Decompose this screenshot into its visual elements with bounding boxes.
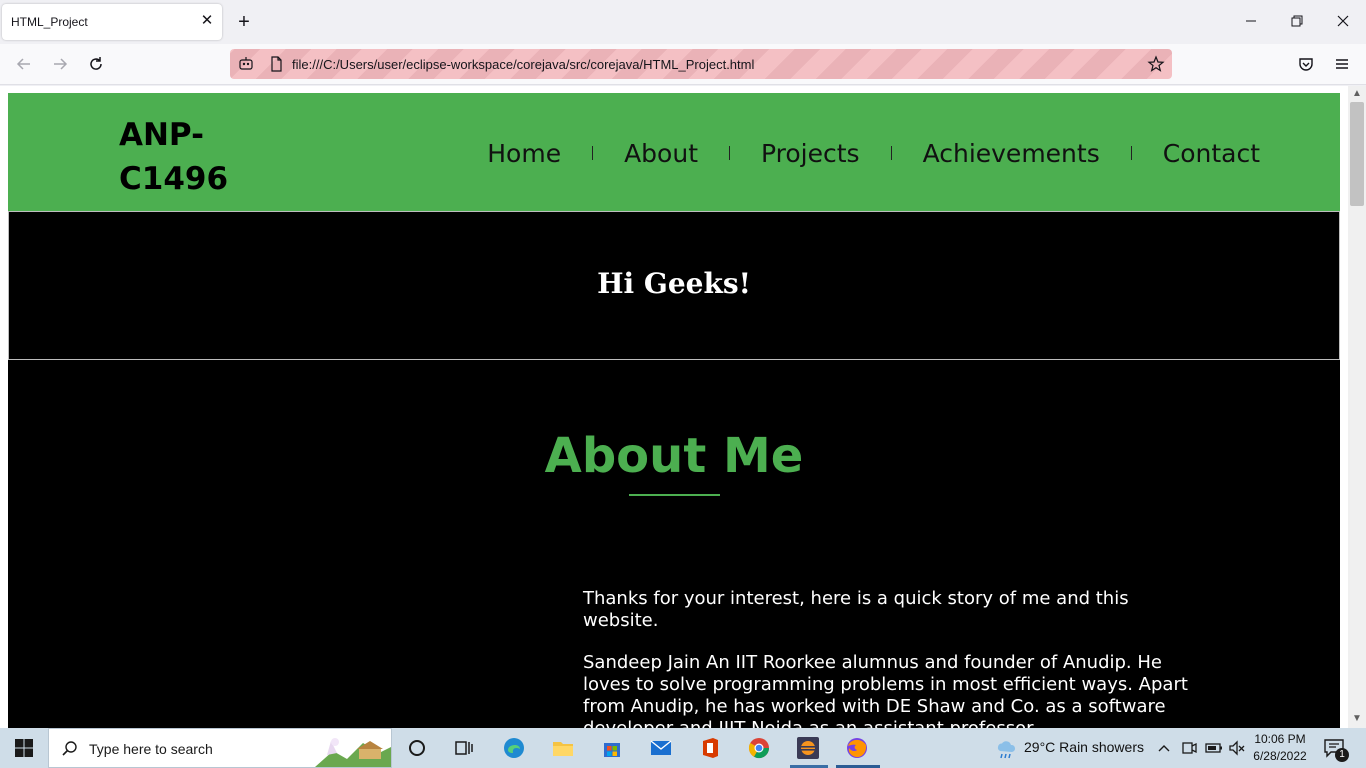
- mail-icon[interactable]: [649, 736, 673, 760]
- site-logo[interactable]: ANP- C1496: [119, 113, 249, 201]
- chrome-icon[interactable]: [747, 736, 771, 760]
- scroll-up-arrow-icon[interactable]: ▲: [1351, 88, 1363, 100]
- file-explorer-icon[interactable]: [551, 736, 575, 760]
- main-navigation: Home About Projects Achievements Contact: [487, 135, 1260, 171]
- nav-link-home[interactable]: Home: [487, 139, 561, 168]
- windows-taskbar: Type here to search 29°C Rain showers 10…: [0, 728, 1366, 768]
- nav-separator: [592, 146, 594, 160]
- logo-line-1: ANP-: [119, 117, 204, 153]
- close-tab-icon[interactable]: ✕: [199, 13, 215, 29]
- forward-button[interactable]: [50, 54, 70, 74]
- site-header: ANP- C1496 Home About Projects Achieveme…: [8, 93, 1340, 211]
- scrollbar-thumb[interactable]: [1350, 102, 1364, 206]
- eclipse-ide-icon[interactable]: [796, 736, 820, 760]
- about-section: About Me Thanks for your interest, here …: [8, 360, 1340, 728]
- task-view-icon[interactable]: [452, 736, 476, 760]
- page-scrollbar[interactable]: ▲ ▼: [1348, 86, 1366, 728]
- search-icon: [62, 741, 77, 756]
- weather-rain-icon[interactable]: [994, 737, 1018, 761]
- nav-link-projects[interactable]: Projects: [761, 139, 860, 168]
- about-text: Thanks for your interest, here is a quic…: [583, 588, 1203, 728]
- scroll-down-arrow-icon[interactable]: ▼: [1351, 713, 1363, 725]
- tab-title: HTML_Project: [11, 15, 88, 29]
- reload-button[interactable]: [86, 54, 106, 74]
- taskbar-search-box[interactable]: Type here to search: [48, 728, 392, 768]
- meet-now-icon[interactable]: [1180, 738, 1198, 758]
- show-hidden-icons-chevron-up-icon[interactable]: [1156, 737, 1172, 759]
- nav-separator: [729, 146, 730, 160]
- restore-window-button[interactable]: [1287, 11, 1307, 31]
- office-icon[interactable]: [698, 736, 722, 760]
- windows-start-icon[interactable]: [12, 736, 36, 760]
- notification-badge: 1: [1335, 748, 1349, 762]
- search-placeholder: Type here to search: [89, 741, 213, 757]
- minimize-window-button[interactable]: [1241, 11, 1261, 31]
- url-text[interactable]: file:///C:/Users/user/eclipse-workspace/…: [292, 57, 754, 72]
- battery-icon[interactable]: [1204, 738, 1224, 758]
- new-tab-button[interactable]: +: [234, 12, 254, 32]
- speaker-muted-icon[interactable]: [1228, 738, 1246, 758]
- clock-time: 10:06 PM: [1254, 732, 1306, 746]
- about-paragraph: Sandeep Jain An IIT Roorkee alumnus and …: [583, 652, 1188, 728]
- nav-separator: [890, 146, 892, 160]
- firefox-icon[interactable]: [845, 736, 869, 760]
- edge-browser-icon[interactable]: [502, 736, 526, 760]
- hero-section: Hi Geeks!: [8, 211, 1340, 360]
- page-viewport: ANP- C1496 Home About Projects Achieveme…: [0, 86, 1348, 728]
- bookmark-star-icon[interactable]: [1147, 55, 1165, 73]
- about-paragraph: Thanks for your interest, here is a quic…: [583, 588, 1129, 631]
- nav-link-achievements[interactable]: Achievements: [923, 139, 1100, 168]
- pocket-icon[interactable]: [1296, 54, 1316, 74]
- heading-underline: [629, 494, 720, 496]
- close-window-button[interactable]: [1333, 11, 1353, 31]
- nav-link-about[interactable]: About: [624, 139, 698, 168]
- about-heading: About Me: [544, 428, 804, 484]
- weather-text[interactable]: 29°C Rain showers: [1024, 739, 1144, 755]
- browser-tab[interactable]: HTML_Project ✕: [2, 4, 222, 40]
- back-button[interactable]: [14, 54, 34, 74]
- browser-toolbar: file:///C:/Users/user/eclipse-workspace/…: [0, 44, 1366, 85]
- browser-tab-bar: HTML_Project ✕ +: [0, 0, 1366, 44]
- logo-line-2: C1496: [119, 161, 229, 197]
- hero-title: Hi Geeks!: [597, 267, 751, 300]
- app-menu-icon[interactable]: [1332, 54, 1352, 74]
- task-view-cortana-icon[interactable]: [405, 736, 429, 760]
- page-info-icon[interactable]: [268, 56, 284, 72]
- microsoft-store-icon[interactable]: [600, 736, 624, 760]
- address-bar[interactable]: file:///C:/Users/user/eclipse-workspace/…: [230, 49, 1172, 79]
- search-highlight-illustration-icon: [315, 738, 391, 767]
- remote-control-robot-icon[interactable]: [238, 56, 254, 72]
- system-clock[interactable]: 10:06 PM 6/28/2022: [1248, 731, 1312, 765]
- clock-date: 6/28/2022: [1253, 749, 1307, 763]
- nav-separator: [1130, 146, 1132, 160]
- nav-link-contact[interactable]: Contact: [1163, 139, 1260, 168]
